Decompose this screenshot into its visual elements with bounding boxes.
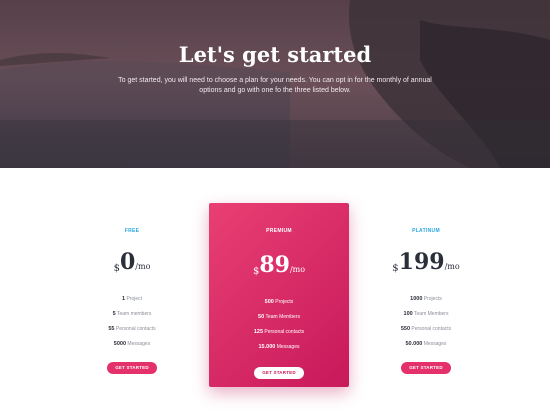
feature-label: Messages — [423, 341, 447, 347]
feature-item: 1000 Projects — [356, 292, 496, 307]
feature-label: Messages — [276, 344, 300, 350]
feature-label: Messages — [127, 341, 151, 347]
feature-value: 15.000 — [258, 344, 276, 350]
price-period: /mo — [135, 262, 151, 271]
feature-value: 550 — [400, 326, 411, 332]
feature-item: 5000 Messages — [62, 337, 202, 352]
feature-value: 5000 — [113, 341, 127, 347]
feature-value: 100 — [403, 311, 413, 317]
feature-label: Personal contacts — [411, 326, 452, 332]
feature-value: 500 — [264, 299, 274, 305]
plan-card-platinum: PLATINUM $199/mo 1000 Projects 100 Team … — [356, 210, 496, 374]
feature-value: 1000 — [410, 296, 423, 302]
feature-item: 55 Personal contacts — [62, 322, 202, 337]
feature-value: 5 — [112, 311, 116, 317]
get-started-button-platinum[interactable]: GET STARTED — [401, 362, 451, 374]
feature-item: 550 Personal contacts — [356, 322, 496, 337]
feature-label: Projects — [275, 299, 294, 305]
feature-label: Team members — [116, 311, 152, 317]
feature-value: 55 — [108, 326, 115, 332]
plan-card-premium: PREMIUM $89/mo 500 Projects 50 Team Memb… — [209, 203, 349, 387]
plan-features: 1000 Projects 100 Team Members 550 Perso… — [356, 292, 496, 352]
feature-label: Personal contacts — [264, 329, 305, 335]
feature-item: 50.000 Messages — [356, 337, 496, 352]
feature-label: Projects — [423, 296, 442, 302]
price-amount: 89 — [259, 252, 290, 278]
plan-name: PREMIUM — [266, 228, 292, 234]
feature-value: 125 — [253, 329, 264, 335]
plan-features: 1 Project 5 Team members 55 Personal con… — [62, 292, 202, 352]
plan-price: $0/mo — [62, 251, 202, 279]
price-amount: 199 — [398, 249, 445, 275]
feature-item: 100 Team Members — [356, 307, 496, 322]
feature-item: 1 Project — [62, 292, 202, 307]
hero-subtitle: To get started, you will need to choose … — [118, 77, 432, 94]
price-period: /mo — [289, 265, 306, 274]
plan-price: $89/mo — [209, 254, 349, 282]
feature-label: Team Members — [265, 314, 300, 320]
feature-value: 50 — [258, 314, 265, 320]
feature-item: 15.000 Messages — [209, 340, 349, 355]
feature-value: 50.000 — [405, 341, 423, 347]
feature-label: Team Members — [414, 311, 449, 317]
plan-name: PLATINUM — [412, 228, 440, 234]
feature-label: Personal contacts — [115, 326, 156, 332]
feature-item: 5 Team members — [62, 307, 202, 322]
price-period: /mo — [444, 262, 460, 271]
hero-banner: Let's get started To get started, you wi… — [0, 0, 550, 168]
feature-label: Project — [126, 296, 142, 302]
feature-item: 500 Projects — [209, 295, 349, 310]
feature-item: 50 Team Members — [209, 310, 349, 325]
get-started-button-premium[interactable]: GET STARTED — [254, 367, 304, 379]
plan-card-free: FREE $0/mo 1 Project 5 Team members 55 P… — [62, 210, 202, 374]
plan-features: 500 Projects 50 Team Members 125 Persona… — [209, 295, 349, 355]
page-title: Let's get started — [178, 42, 372, 67]
feature-item: 125 Personal contacts — [209, 325, 349, 340]
get-started-button-free[interactable]: GET STARTED — [107, 362, 157, 374]
price-amount: 0 — [119, 249, 136, 275]
feature-value: 1 — [121, 296, 126, 302]
plan-price: $199/mo — [356, 251, 496, 279]
plan-name: FREE — [124, 228, 140, 234]
